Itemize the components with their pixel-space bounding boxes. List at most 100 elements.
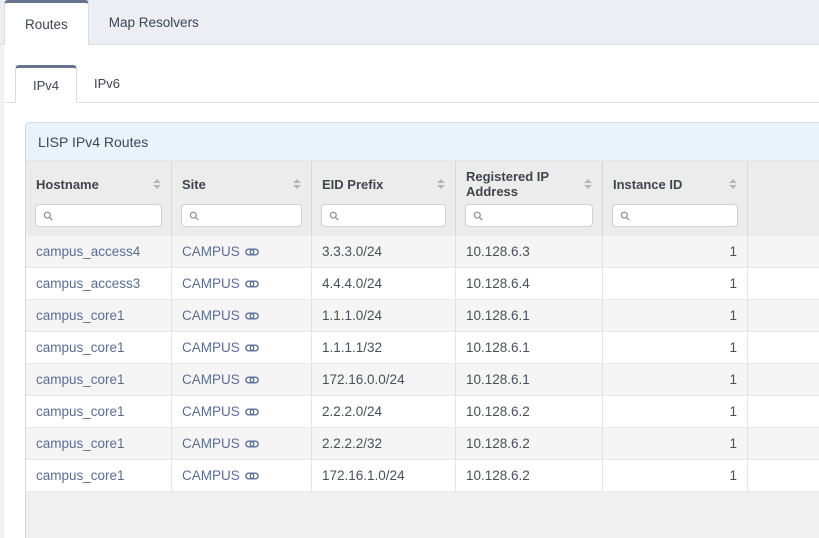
link-icon (245, 343, 259, 353)
column-header-registered-ip[interactable]: Registered IP Address (456, 161, 603, 201)
table-row: campus_core1 CAMPUS 2.2.2.2/32 10.128.6.… (26, 428, 819, 460)
link-icon (245, 311, 259, 321)
site-link[interactable]: CAMPUS (182, 276, 240, 291)
ip-version-tabbar: IPv4 IPv6 (4, 65, 819, 103)
site-link[interactable]: CAMPUS (182, 372, 240, 387)
filler-cell (748, 268, 819, 299)
table-row: campus_core1 CAMPUS 172.16.1.0/24 10.128… (26, 460, 819, 492)
table-row: campus_core1 CAMPUS 1.1.1.0/24 10.128.6.… (26, 300, 819, 332)
tab-map-resolvers-label: Map Resolvers (109, 15, 199, 30)
column-header-site[interactable]: Site (172, 161, 312, 201)
instance-id-value: 1 (729, 404, 737, 419)
registered-ip-cell: 10.128.6.1 (456, 332, 603, 363)
instance-id-cell: 1 (603, 300, 748, 331)
tab-routes[interactable]: Routes (4, 0, 89, 45)
sort-icon (293, 179, 301, 189)
column-header-eid-prefix[interactable]: EID Prefix (312, 161, 456, 201)
instance-id-value: 1 (729, 244, 737, 259)
registered-ip-value: 10.128.6.4 (466, 276, 530, 291)
eid-prefix-value: 1.1.1.0/24 (322, 308, 382, 323)
instance-id-filter-input[interactable] (635, 209, 730, 223)
registered-ip-filter-input[interactable] (488, 209, 585, 223)
site-cell: CAMPUS (172, 460, 312, 491)
site-link[interactable]: CAMPUS (182, 244, 240, 259)
site-filter-input[interactable] (204, 209, 294, 223)
eid-prefix-cell: 1.1.1.1/32 (312, 332, 456, 363)
registered-ip-cell: 10.128.6.3 (456, 236, 603, 267)
eid-prefix-value: 172.16.0.0/24 (322, 372, 405, 387)
search-icon (329, 210, 339, 222)
site-cell: CAMPUS (172, 332, 312, 363)
registered-ip-value: 10.128.6.3 (466, 244, 530, 259)
column-header-instance-id[interactable]: Instance ID (603, 161, 748, 201)
filter-cell (603, 201, 748, 236)
search-icon (189, 210, 199, 222)
instance-id-cell: 1 (603, 236, 748, 267)
instance-id-value: 1 (729, 468, 737, 483)
table-row: campus_core1 CAMPUS 172.16.0.0/24 10.128… (26, 364, 819, 396)
hostname-cell: campus_core1 (26, 396, 172, 427)
hostname-link[interactable]: campus_core1 (36, 436, 125, 451)
site-link[interactable]: CAMPUS (182, 404, 240, 419)
table-header-row: Hostname Site EID Prefix Registered IP A… (26, 161, 819, 201)
hostname-cell: campus_access3 (26, 268, 172, 299)
hostname-cell: campus_core1 (26, 460, 172, 491)
instance-id-value: 1 (729, 372, 737, 387)
table-row: campus_core1 CAMPUS 1.1.1.1/32 10.128.6.… (26, 332, 819, 364)
site-cell: CAMPUS (172, 396, 312, 427)
hostname-filter (35, 204, 162, 227)
table-body: campus_access4 CAMPUS 3.3.3.0/24 10.128.… (26, 236, 819, 492)
tab-ipv6-label: IPv6 (94, 76, 120, 91)
site-cell: CAMPUS (172, 300, 312, 331)
site-link[interactable]: CAMPUS (182, 468, 240, 483)
column-label: Hostname (36, 177, 99, 192)
hostname-filter-input[interactable] (58, 209, 154, 223)
hostname-link[interactable]: campus_access3 (36, 276, 140, 291)
routes-table: Hostname Site EID Prefix Registered IP A… (26, 161, 819, 492)
search-icon (43, 210, 53, 222)
instance-id-value: 1 (729, 436, 737, 451)
column-header-filler (748, 161, 819, 201)
site-link[interactable]: CAMPUS (182, 340, 240, 355)
lisp-ipv4-routes-panel: LISP IPv4 Routes Hostname Site EID Prefi… (25, 122, 819, 538)
column-label: Registered IP Address (466, 169, 584, 199)
hostname-link[interactable]: campus_core1 (36, 308, 125, 323)
site-filter (181, 204, 302, 227)
hostname-link[interactable]: campus_core1 (36, 404, 125, 419)
instance-id-cell: 1 (603, 268, 748, 299)
registered-ip-value: 10.128.6.1 (466, 340, 530, 355)
eid-prefix-filter-input[interactable] (344, 209, 438, 223)
eid-prefix-cell: 172.16.1.0/24 (312, 460, 456, 491)
hostname-link[interactable]: campus_core1 (36, 372, 125, 387)
table-filter-row (26, 201, 819, 236)
tab-ipv4[interactable]: IPv4 (15, 65, 77, 103)
instance-id-value: 1 (729, 308, 737, 323)
hostname-link[interactable]: campus_access4 (36, 244, 140, 259)
filler-cell (748, 364, 819, 395)
instance-id-value: 1 (729, 276, 737, 291)
eid-prefix-value: 172.16.1.0/24 (322, 468, 405, 483)
column-header-hostname[interactable]: Hostname (26, 161, 172, 201)
tab-map-resolvers[interactable]: Map Resolvers (89, 0, 219, 44)
hostname-cell: campus_core1 (26, 332, 172, 363)
tab-ipv6[interactable]: IPv6 (77, 65, 137, 102)
site-link[interactable]: CAMPUS (182, 436, 240, 451)
site-cell: CAMPUS (172, 268, 312, 299)
registered-ip-value: 10.128.6.1 (466, 372, 530, 387)
eid-prefix-cell: 3.3.3.0/24 (312, 236, 456, 267)
filler-cell (748, 460, 819, 491)
page: Routes Map Resolvers IPv4 IPv6 LISP IPv4… (0, 0, 819, 538)
instance-id-cell: 1 (603, 460, 748, 491)
routes-pane: IPv4 IPv6 LISP IPv4 Routes Hostname Site (4, 45, 819, 538)
link-icon (245, 471, 259, 481)
sort-icon (437, 179, 445, 189)
main-tabbar: Routes Map Resolvers (0, 0, 819, 45)
eid-prefix-value: 2.2.2.0/24 (322, 404, 382, 419)
filter-cell (312, 201, 456, 236)
eid-prefix-value: 2.2.2.2/32 (322, 436, 382, 451)
link-icon (245, 439, 259, 449)
site-link[interactable]: CAMPUS (182, 308, 240, 323)
hostname-link[interactable]: campus_core1 (36, 468, 125, 483)
hostname-link[interactable]: campus_core1 (36, 340, 125, 355)
eid-prefix-value: 3.3.3.0/24 (322, 244, 382, 259)
